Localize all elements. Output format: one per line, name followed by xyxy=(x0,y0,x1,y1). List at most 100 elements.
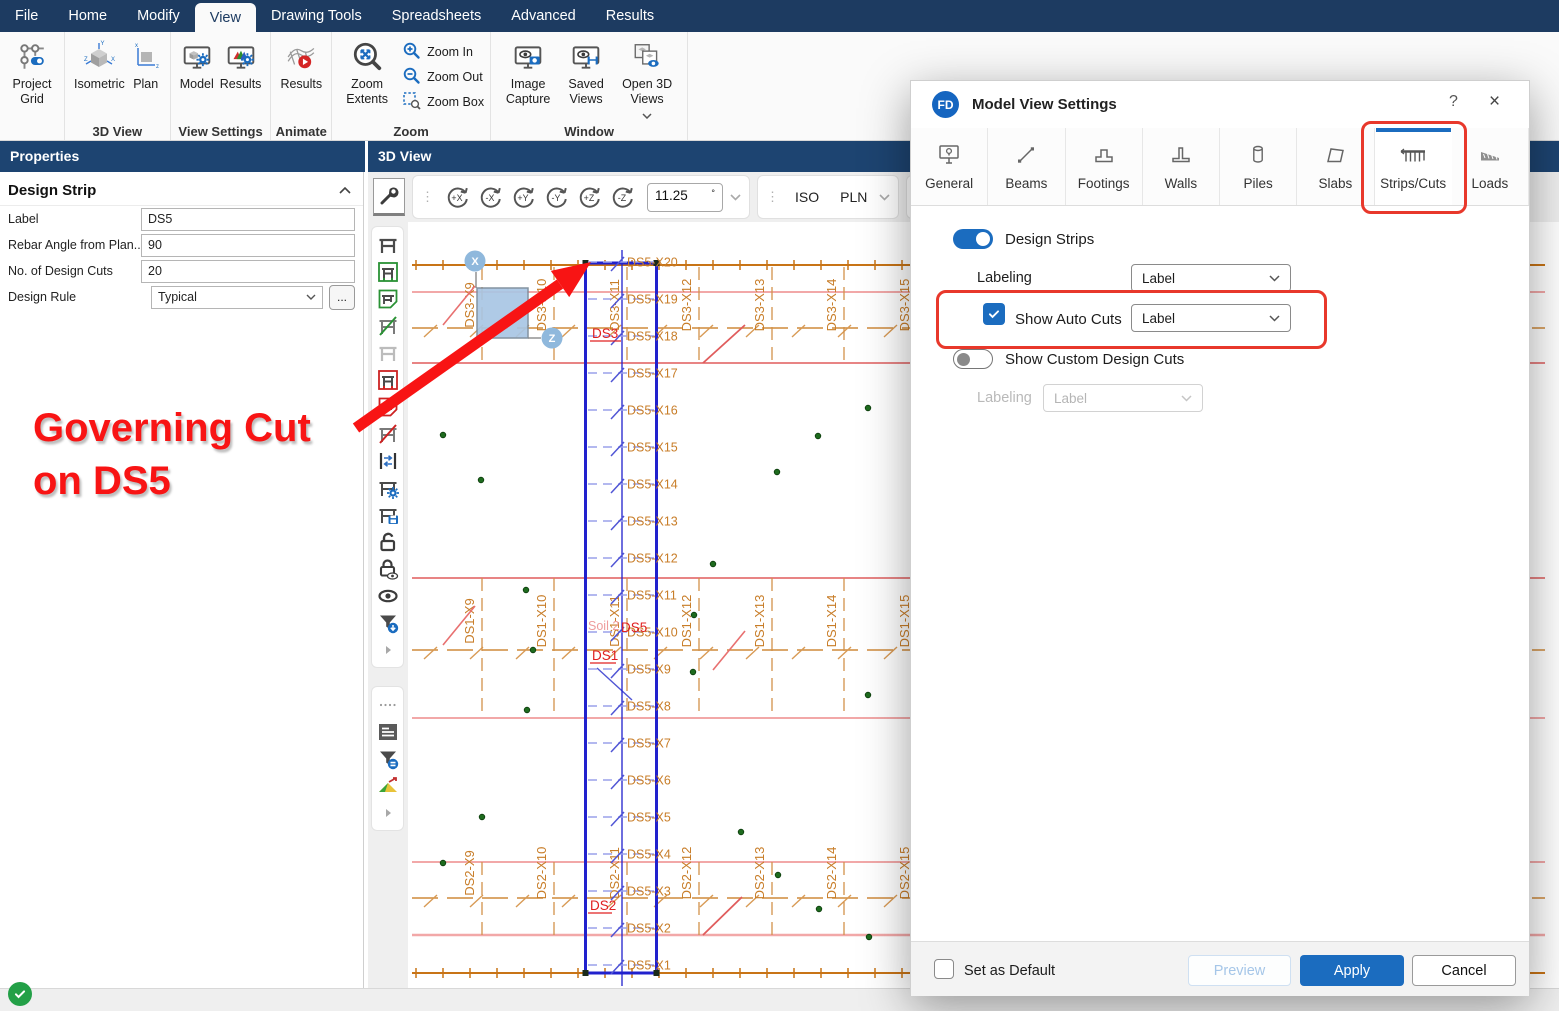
grip-dots-icon[interactable] xyxy=(375,691,401,718)
member-partial-green-icon[interactable] xyxy=(375,285,401,312)
cancel-button[interactable]: Cancel xyxy=(1412,955,1516,986)
tab-drawing-tools[interactable]: Drawing Tools xyxy=(256,0,377,32)
rotate-plusminus-y-button[interactable]: +Y xyxy=(507,181,540,214)
close-icon[interactable]: × xyxy=(1489,91,1500,113)
member-frame-icon[interactable] xyxy=(375,231,401,258)
list-icon[interactable] xyxy=(375,718,401,745)
rotate-plusminus-z-button[interactable]: +Z xyxy=(573,181,606,214)
frame-settings-icon[interactable] xyxy=(375,474,401,501)
dialog-tab-loads[interactable]: Loads xyxy=(1452,128,1529,205)
iso-view-button[interactable]: ISO xyxy=(786,189,828,205)
view-dropdown-chevron-icon[interactable] xyxy=(879,194,890,201)
filter-download-icon[interactable] xyxy=(375,609,401,636)
tab-spreadsheets[interactable]: Spreadsheets xyxy=(377,0,496,32)
rotation-angle-value: 11.25 xyxy=(655,188,688,203)
design-rule-more-button[interactable]: ... xyxy=(329,285,355,310)
model-label: Model xyxy=(180,77,214,92)
show-custom-design-cuts-label: Show Custom Design Cuts xyxy=(1005,351,1184,368)
auto-cuts-labeling-value: Label xyxy=(1142,311,1175,326)
auto-cuts-labeling-dropdown[interactable]: Label xyxy=(1131,304,1291,332)
member-boxed-red-icon[interactable] xyxy=(375,366,401,393)
grip-handle-icon[interactable]: ⋮ xyxy=(421,189,435,205)
rebar-angle-input[interactable]: 90 xyxy=(141,234,355,257)
zoom-box-button[interactable]: Zoom Box xyxy=(402,89,484,114)
custom-labeling-value: Label xyxy=(1054,391,1087,406)
collapse-chevron-icon[interactable] xyxy=(339,187,351,194)
member-boxed-green-icon[interactable] xyxy=(375,258,401,285)
dialog-tab-strip: General Beams Footings Walls Piles Slabs… xyxy=(911,128,1529,206)
show-custom-design-cuts-toggle[interactable] xyxy=(953,349,993,369)
tab-modify[interactable]: Modify xyxy=(122,0,195,32)
rotate-minus-y-button[interactable]: -Y xyxy=(540,181,573,214)
model-view-settings-dialog: FD Model View Settings ? × General Beams… xyxy=(910,80,1530,995)
tab-results[interactable]: Results xyxy=(591,0,669,32)
strip-labeling-dropdown[interactable]: Label xyxy=(1131,264,1291,292)
design-strips-toggle[interactable] xyxy=(953,229,993,249)
dialog-tab-beams[interactable]: Beams xyxy=(988,128,1065,205)
design-rule-select[interactable]: Typical xyxy=(151,286,323,309)
saved-views-icon xyxy=(571,37,601,77)
chevron-right-icon[interactable] xyxy=(375,799,401,826)
design-cuts-input[interactable]: 20 xyxy=(141,260,355,283)
label-field-input[interactable]: DS5 xyxy=(141,208,355,231)
tab-strips-cuts-label: Strips/Cuts xyxy=(1380,176,1446,191)
saved-views-button[interactable]: Saved Views xyxy=(559,35,613,109)
project-grid-button[interactable]: Project Grid xyxy=(6,35,58,109)
member-frame-gray-icon[interactable] xyxy=(375,339,401,366)
open-3d-views-button[interactable]: Open 3D Views xyxy=(613,35,681,125)
spacing-arrows-icon[interactable] xyxy=(375,447,401,474)
dialog-tab-general[interactable]: General xyxy=(911,128,988,205)
rotate-minus-x-button[interactable]: -X xyxy=(474,181,507,214)
ribbon-tab-bar: File Home Modify View Drawing Tools Spre… xyxy=(0,0,1559,32)
member-partial-red-icon[interactable] xyxy=(375,393,401,420)
view-tools-wrench-button[interactable] xyxy=(373,178,405,216)
dialog-header[interactable]: FD Model View Settings ? × xyxy=(911,81,1529,128)
filter-equal-icon[interactable] xyxy=(375,745,401,772)
show-auto-cuts-label: Show Auto Cuts xyxy=(1015,311,1122,328)
preview-button[interactable]: Preview xyxy=(1188,955,1291,986)
dialog-tab-footings[interactable]: Footings xyxy=(1066,128,1143,205)
tab-advanced[interactable]: Advanced xyxy=(496,0,591,32)
plan-button[interactable]: xz Plan xyxy=(128,35,164,94)
model-settings-button[interactable]: Model xyxy=(177,35,217,94)
help-button[interactable]: ? xyxy=(1449,93,1458,111)
set-as-default-checkbox[interactable] xyxy=(934,959,954,979)
zoom-in-button[interactable]: Zoom In xyxy=(402,39,484,64)
zoom-out-button[interactable]: Zoom Out xyxy=(402,64,484,89)
lock-eye-icon[interactable] xyxy=(375,555,401,582)
grip-handle-icon[interactable]: ⋮ xyxy=(766,189,780,205)
isometric-button[interactable]: YXZ Isometric xyxy=(71,35,128,94)
unlock-icon[interactable] xyxy=(375,528,401,555)
chevron-right-icon[interactable] xyxy=(375,636,401,663)
dialog-tab-strips-cuts[interactable]: Strips/Cuts xyxy=(1375,128,1452,205)
tab-home[interactable]: Home xyxy=(53,0,122,32)
tab-file[interactable]: File xyxy=(0,0,53,32)
image-capture-icon xyxy=(513,37,543,77)
plan-view-button[interactable]: PLN xyxy=(831,189,876,205)
render-icon[interactable] xyxy=(375,772,401,799)
tab-view[interactable]: View xyxy=(195,3,256,32)
rotation-angle-input[interactable]: 11.25 ° xyxy=(647,183,723,212)
chevron-down-icon[interactable] xyxy=(642,108,652,123)
animate-results-button[interactable]: Results xyxy=(277,35,325,94)
member-diagonal-green-icon[interactable] xyxy=(375,312,401,339)
rotate-plusminus-x-button[interactable]: +X xyxy=(441,181,474,214)
member-diagonal-red-icon[interactable] xyxy=(375,420,401,447)
show-auto-cuts-checkbox[interactable] xyxy=(983,303,1005,325)
dialog-tab-slabs[interactable]: Slabs xyxy=(1297,128,1374,205)
zoom-extents-button[interactable]: Zoom Extents xyxy=(338,35,396,109)
results-settings-button[interactable]: Results xyxy=(217,35,265,94)
zoom-box-icon xyxy=(402,91,421,113)
plan-icon: xz xyxy=(131,37,161,77)
eye-icon[interactable] xyxy=(375,582,401,609)
dialog-footer: Set as Default Preview Apply Cancel xyxy=(911,941,1529,996)
angle-dropdown-chevron-icon[interactable] xyxy=(730,194,741,201)
custom-labeling-dropdown[interactable]: Label xyxy=(1043,384,1203,412)
dialog-tab-walls[interactable]: Walls xyxy=(1143,128,1220,205)
dialog-tab-piles[interactable]: Piles xyxy=(1220,128,1297,205)
image-capture-button[interactable]: Image Capture xyxy=(497,35,559,109)
rotate-minus-z-button[interactable]: -Z xyxy=(606,181,639,214)
svg-text:z: z xyxy=(156,64,159,70)
apply-button[interactable]: Apply xyxy=(1300,955,1404,986)
frame-save-icon[interactable] xyxy=(375,501,401,528)
